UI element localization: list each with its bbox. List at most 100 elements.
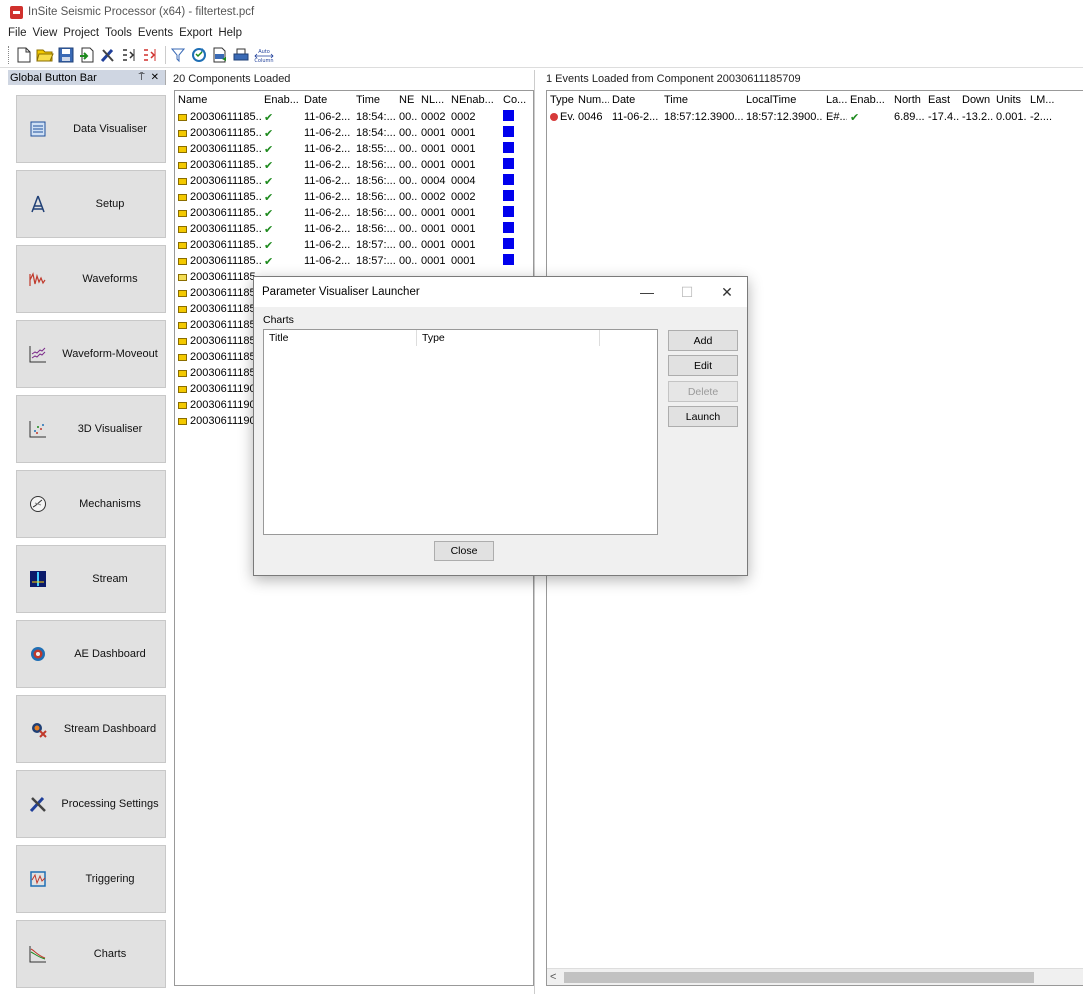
- col-ne[interactable]: NE: [396, 94, 418, 106]
- charts-button[interactable]: Charts: [16, 920, 166, 988]
- color-swatch[interactable]: [503, 254, 514, 265]
- col-evt-time[interactable]: Time: [661, 94, 743, 106]
- waveform-moveout-button[interactable]: Waveform-Moveout: [16, 320, 166, 388]
- color-swatch[interactable]: [503, 206, 514, 217]
- col-chart-type[interactable]: Type: [417, 330, 600, 346]
- col-north[interactable]: North: [891, 94, 925, 106]
- event-row[interactable]: Ev... 0046 11-06-2... 18:57:12.3900... 1…: [547, 109, 1083, 125]
- scrollbar-thumb[interactable]: [564, 972, 1034, 983]
- col-la[interactable]: La...: [823, 94, 847, 106]
- menu-tools[interactable]: Tools: [105, 27, 132, 39]
- menu-help[interactable]: Help: [218, 27, 242, 39]
- scroll-left-icon[interactable]: <: [550, 971, 556, 983]
- component-color: [500, 206, 530, 220]
- component-enabled[interactable]: ✔: [261, 239, 301, 252]
- col-type[interactable]: Type: [547, 94, 575, 106]
- table-row[interactable]: 20030611185...✔11-06-2...18:55:...00...0…: [175, 141, 533, 157]
- col-localtime[interactable]: LocalTime: [743, 94, 823, 106]
- launch-chart-button[interactable]: Launch: [668, 406, 738, 427]
- component-enabled[interactable]: ✔: [261, 207, 301, 220]
- component-enabled[interactable]: ✔: [261, 111, 301, 124]
- edit-chart-button[interactable]: Edit: [668, 355, 738, 376]
- color-swatch[interactable]: [503, 126, 514, 137]
- events-horizontal-scrollbar[interactable]: <: [547, 968, 1083, 985]
- setup-button[interactable]: Setup: [16, 170, 166, 238]
- component-enabled[interactable]: ✔: [261, 255, 301, 268]
- color-swatch[interactable]: [503, 110, 514, 121]
- table-row[interactable]: 20030611185...✔11-06-2...18:56:...00...0…: [175, 221, 533, 237]
- color-swatch[interactable]: [503, 238, 514, 249]
- menu-export[interactable]: Export: [179, 27, 212, 39]
- component-enabled[interactable]: ✔: [261, 175, 301, 188]
- data-visualiser-button[interactable]: Data Visualiser: [16, 95, 166, 163]
- table-row[interactable]: 20030611185...✔11-06-2...18:56:...00...0…: [175, 189, 533, 205]
- table-row[interactable]: 20030611185...✔11-06-2...18:56:...00...0…: [175, 205, 533, 221]
- table-row[interactable]: 20030611185...✔11-06-2...18:56:...00...0…: [175, 173, 533, 189]
- print-icon[interactable]: [232, 46, 250, 64]
- open-icon[interactable]: [36, 46, 54, 64]
- minimize-icon[interactable]: —: [627, 277, 667, 307]
- table-row[interactable]: 20030611185...✔11-06-2...18:57:...00...0…: [175, 237, 533, 253]
- stream-button[interactable]: Stream: [16, 545, 166, 613]
- stream-dashboard-button[interactable]: Stream Dashboard: [16, 695, 166, 763]
- col-num[interactable]: Num...: [575, 94, 609, 106]
- menu-file[interactable]: File: [8, 27, 27, 39]
- color-swatch[interactable]: [503, 158, 514, 169]
- dialog-titlebar[interactable]: Parameter Visualiser Launcher — ☐ ✕: [254, 277, 747, 307]
- col-evt-date[interactable]: Date: [609, 94, 661, 106]
- table-row[interactable]: 20030611185...✔11-06-2...18:57:...00...0…: [175, 253, 533, 269]
- add-chart-button[interactable]: Add: [668, 330, 738, 351]
- toolbar-grip[interactable]: [8, 45, 11, 64]
- color-swatch[interactable]: [503, 174, 514, 185]
- col-color[interactable]: Co...: [500, 94, 530, 106]
- save-icon[interactable]: [57, 46, 75, 64]
- col-east[interactable]: East: [925, 94, 959, 106]
- col-nl[interactable]: NL...: [418, 94, 448, 106]
- menu-events[interactable]: Events: [138, 27, 173, 39]
- 3d-visualiser-button[interactable]: 3D Visualiser: [16, 395, 166, 463]
- new-icon[interactable]: [15, 46, 33, 64]
- col-down[interactable]: Down: [959, 94, 993, 106]
- csv-export-icon[interactable]: [211, 46, 229, 64]
- table-row[interactable]: 20030611185...✔11-06-2...18:54:...00...0…: [175, 125, 533, 141]
- col-lm[interactable]: LM...: [1027, 94, 1057, 106]
- component-enabled[interactable]: ✔: [261, 223, 301, 236]
- col-chart-title[interactable]: Title: [264, 330, 417, 346]
- processing-settings-button[interactable]: Processing Settings: [16, 770, 166, 838]
- import-icon[interactable]: [78, 46, 96, 64]
- component-enabled[interactable]: ✔: [261, 191, 301, 204]
- col-evt-enabled[interactable]: Enab...: [847, 94, 891, 106]
- table-row[interactable]: 20030611185...✔11-06-2...18:56:...00...0…: [175, 157, 533, 173]
- col-nenab[interactable]: NEnab...: [448, 94, 500, 106]
- waveforms-button[interactable]: Waveforms: [16, 245, 166, 313]
- event-enabled-check[interactable]: ✔: [847, 111, 891, 124]
- charts-list[interactable]: Title Type: [263, 329, 658, 535]
- close-icon[interactable]: ✕: [151, 72, 159, 83]
- tools-icon[interactable]: [99, 46, 117, 64]
- pin-icon[interactable]: ⍑: [139, 72, 145, 83]
- color-swatch[interactable]: [503, 222, 514, 233]
- select-icon[interactable]: [120, 46, 138, 64]
- triggering-button[interactable]: Triggering: [16, 845, 166, 913]
- col-date[interactable]: Date: [301, 94, 353, 106]
- component-enabled[interactable]: ✔: [261, 127, 301, 140]
- component-enabled[interactable]: ✔: [261, 159, 301, 172]
- menu-view[interactable]: View: [33, 27, 58, 39]
- dialog-close-icon[interactable]: ✕: [707, 277, 747, 307]
- mechanisms-button[interactable]: Mechanisms: [16, 470, 166, 538]
- color-swatch[interactable]: [503, 190, 514, 201]
- col-enabled[interactable]: Enab...: [261, 94, 301, 106]
- col-units[interactable]: Units: [993, 94, 1027, 106]
- refresh-icon[interactable]: [190, 46, 208, 64]
- color-swatch[interactable]: [503, 142, 514, 153]
- dialog-close-button[interactable]: Close: [434, 541, 494, 561]
- component-enabled[interactable]: ✔: [261, 143, 301, 156]
- deselect-icon[interactable]: [141, 46, 159, 64]
- col-time[interactable]: Time: [353, 94, 396, 106]
- menu-project[interactable]: Project: [63, 27, 99, 39]
- ae-dashboard-button[interactable]: AE Dashboard: [16, 620, 166, 688]
- auto-column-icon[interactable]: Auto Column: [253, 46, 275, 64]
- table-row[interactable]: 20030611185...✔11-06-2...18:54:...00...0…: [175, 109, 533, 125]
- filter-icon[interactable]: [169, 46, 187, 64]
- col-name[interactable]: Name: [175, 94, 261, 106]
